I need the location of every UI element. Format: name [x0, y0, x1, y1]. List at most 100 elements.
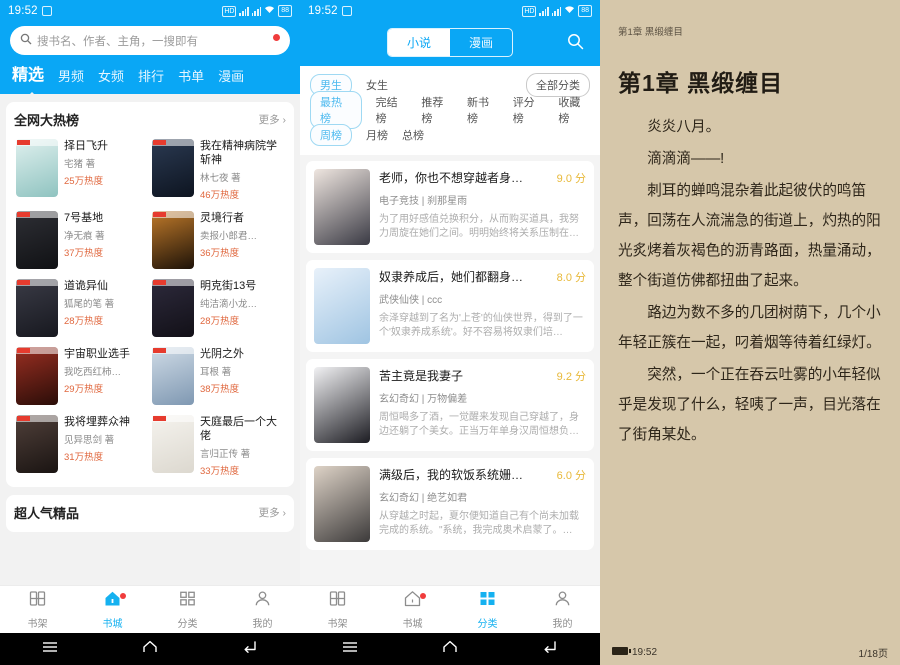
filter-chip-active[interactable]: 周榜: [310, 123, 352, 146]
book-heat: 33万热度: [200, 466, 240, 477]
segment-novel[interactable]: 小说: [388, 29, 450, 56]
search-placeholder: 搜书名、作者、主角，一搜即有: [37, 35, 198, 48]
book-grid-item[interactable]: 光阴之外耳根 著 38万热度: [150, 343, 286, 411]
status-time-2: 19:52: [308, 5, 338, 17]
book-grid-item[interactable]: 灵境行者 卖报小郎君… 36万热度: [150, 207, 286, 275]
recents-icon[interactable]: [42, 640, 58, 658]
filter-option[interactable]: 新书榜: [467, 94, 499, 126]
tabbar-notification-dot: [119, 593, 126, 599]
filter-option[interactable]: 月榜: [366, 127, 388, 143]
book-grid-item[interactable]: 道诡异仙 狐尾的笔 著 28万热度: [14, 275, 150, 343]
filter-option[interactable]: 总榜: [402, 127, 424, 143]
back-icon[interactable]: [242, 640, 258, 658]
book-author: 我吃西红柿…: [64, 367, 122, 378]
book-score: 9.2 分: [556, 371, 586, 383]
reader-chapter-title: 第1章 黑缎缠目: [618, 70, 784, 96]
filter-option[interactable]: 收藏榜: [558, 94, 590, 126]
book-author: 净无痕 著: [64, 231, 105, 242]
filter-option[interactable]: 推荐榜: [421, 94, 453, 126]
popular-more[interactable]: 更多 ›: [259, 505, 286, 520]
book-grid-item[interactable]: 天庭最后一个大佬 言归正传 著 33万热度: [150, 411, 286, 483]
battery-icon: [612, 646, 631, 655]
book-category: 玄幻奇幻 | 绝艺如君: [379, 493, 468, 504]
book-category: 玄幻奇幻 | 万物偏差: [379, 394, 468, 405]
book-title: 道诡异仙: [64, 280, 108, 292]
tabbar-item-person[interactable]: 我的: [525, 586, 600, 633]
tabbar-label: 书架: [327, 618, 348, 630]
tabbar-item-home[interactable]: 书城: [375, 586, 450, 633]
book-meta: 7号基地 净无痕 著 37万热度: [58, 211, 148, 269]
back-icon-2[interactable]: [542, 640, 558, 658]
book-list-item[interactable]: 满级后，我的软饭系统姗… 6.0 分玄幻奇幻 | 绝艺如君从穿越之时起，夏尔便知道…: [306, 458, 594, 550]
tabbar-item-category[interactable]: 分类: [150, 586, 225, 633]
person-icon: [554, 590, 571, 612]
book-heat: 46万热度: [200, 190, 240, 201]
ranking-book-list: 老师，你也不想穿越者身… 9.0 分电子竞技 | 刹那星雨 为了用好感值兑换积分，从…: [300, 155, 600, 550]
nav-tab-female[interactable]: 女频: [98, 66, 124, 88]
tabbar-item-home[interactable]: 书城: [75, 586, 150, 633]
filter-option[interactable]: 女生: [366, 77, 388, 93]
search-input[interactable]: 搜书名、作者、主角，一搜即有: [10, 26, 290, 55]
tabbar-item-bookshelf[interactable]: 书架: [0, 586, 75, 633]
book-title-row: 满级后，我的软饭系统姗… 6.0 分: [379, 466, 586, 483]
reader-content[interactable]: 炎炎八月。 滴滴滴——! 刺耳的蝉鸣混杂着此起彼伏的鸣笛声，回荡在人流湍急的街道上，…: [600, 112, 900, 450]
reader-page-indicator: 1/18页: [858, 648, 888, 660]
book-list-item[interactable]: 老师，你也不想穿越者身… 9.0 分电子竞技 | 刹那星雨 为了用好感值兑换积分，从…: [306, 161, 594, 253]
book-author: 狐尾的笔 著: [64, 299, 115, 310]
book-title: 择日飞升: [64, 140, 108, 152]
android-navbar-2: [300, 633, 600, 665]
book-category: 武侠仙侠 | ccc: [379, 295, 443, 306]
book-grid-item[interactable]: 7号基地 净无痕 著 37万热度: [14, 207, 150, 275]
home-icon[interactable]: [142, 640, 158, 658]
book-author: 卖报小郎君…: [200, 231, 258, 242]
book-heat: 37万热度: [64, 248, 104, 259]
segment-comic[interactable]: 漫画: [450, 29, 512, 56]
filter-option[interactable]: 完结榜: [376, 94, 408, 126]
cover-tag: [16, 347, 58, 354]
book-grid-item[interactable]: 择日飞升 宅猪 著 25万热度: [14, 135, 150, 207]
book-title: 灵境行者: [200, 212, 244, 224]
nav-tab-male[interactable]: 男频: [58, 66, 84, 88]
book-cover: [152, 279, 194, 337]
tabbar-label: 书城: [102, 618, 123, 630]
book-grid-item[interactable]: 我将埋葬众神 见异思剑 著 31万热度: [14, 411, 150, 483]
filter-option[interactable]: 评分榜: [513, 94, 545, 126]
nav-tab-comic[interactable]: 漫画: [218, 66, 244, 88]
top-nav-tabs: 精选 男频 女频 排行 书单 漫画: [0, 61, 300, 98]
home-icon-2[interactable]: [442, 640, 458, 658]
nav-tab-ranking[interactable]: 排行: [138, 66, 164, 88]
tabbar-item-bookshelf[interactable]: 书架: [300, 586, 375, 633]
battery-level-2: 88: [578, 5, 592, 17]
hot-list-more[interactable]: 更多 ›: [259, 112, 286, 127]
book-title: 光阴之外: [200, 348, 244, 360]
panel-reader: 第1章 黑缎缠目 第1章 黑缎缠目 炎炎八月。 滴滴滴——! 刺耳的蝉鸣混杂着此起彼…: [600, 0, 900, 665]
book-list-item[interactable]: 苦主竟是我妻子 9.2 分玄幻奇幻 | 万物偏差 周恒喝多了酒，一觉醒来发现自己穿越…: [306, 359, 594, 451]
book-title: 明克街13号: [200, 280, 257, 292]
book-info: 奴隶养成后，她们都翻身… 8.0 分武侠仙侠 | ccc 余泽穿越到了名为'上苍'的…: [370, 268, 586, 344]
reader-paragraph: 滴滴滴——!: [647, 151, 725, 167]
signal-4g-icon-2: [251, 6, 262, 16]
search-notification-dot: [273, 34, 280, 41]
search-icon-2[interactable]: [567, 33, 584, 55]
book-cover: [314, 466, 370, 542]
book-author: 耳根 著: [200, 367, 232, 378]
recents-icon-2[interactable]: [342, 640, 358, 658]
alarm-icon: [41, 6, 52, 16]
book-description: 余泽穿越到了名为'上苍'的仙侠世界，得到了一个'奴隶养成系统'。好不容易将奴隶们…: [379, 313, 583, 338]
cover-tag: [152, 347, 194, 354]
nav-tab-featured[interactable]: 精选: [12, 61, 44, 88]
book-title: 天庭最后一个大佬: [200, 416, 277, 442]
nav-tab-booklist[interactable]: 书单: [178, 66, 204, 88]
tabbar-item-category[interactable]: 分类: [450, 586, 525, 633]
book-grid-item[interactable]: 明克街13号 纯洁滴小龙… 28万热度: [150, 275, 286, 343]
book-heat: 29万热度: [64, 384, 104, 395]
book-grid-item[interactable]: 我在精神病院学斩神 林七夜 著 46万热度: [150, 135, 286, 207]
home-icon: [404, 590, 421, 612]
book-author: 见异思剑 著: [64, 435, 115, 446]
book-grid-item[interactable]: 宇宙职业选手 我吃西红柿… 29万热度: [14, 343, 150, 411]
book-list-item[interactable]: 奴隶养成后，她们都翻身… 8.0 分武侠仙侠 | ccc 余泽穿越到了名为'上苍'的…: [306, 260, 594, 352]
book-description: 从穿越之时起，夏尔便知道自己有个尚未加载完成的系统。"系统，我完成奥术启蒙了。…: [379, 511, 579, 536]
book-heat: 38万热度: [200, 384, 240, 395]
book-cover: [16, 139, 58, 197]
tabbar-item-person[interactable]: 我的: [225, 586, 300, 633]
